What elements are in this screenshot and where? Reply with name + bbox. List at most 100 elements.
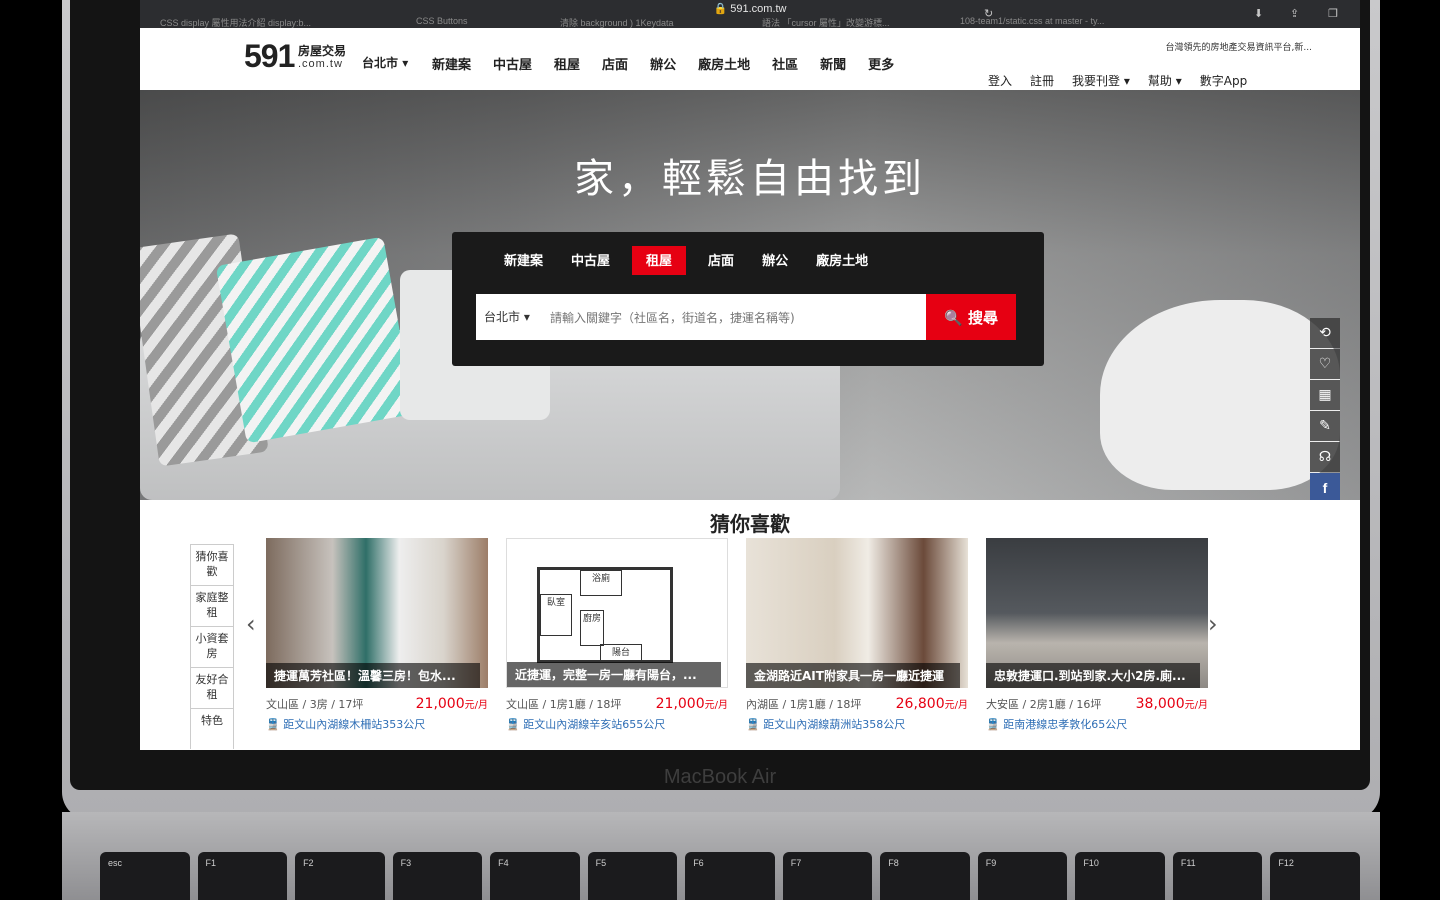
key-esc[interactable]: esc <box>100 852 190 900</box>
category-family[interactable]: 家庭整租 <box>190 585 234 626</box>
share-icon[interactable]: ⇪ <box>1290 7 1299 20</box>
listing-layout: 1房1廳 <box>789 698 826 711</box>
qr-icon[interactable]: ▦ <box>1310 380 1340 410</box>
key-f9[interactable]: F9 <box>977 852 1068 900</box>
listing-price: 21,000元/月 <box>416 696 488 712</box>
browser-tab[interactable]: 108-team1/static.css at master - ty... <box>960 16 1104 26</box>
listing-floorplan: 浴廁 臥室 廚房 陽台 近捷運，完整一房一廳有陽台，... <box>506 538 728 688</box>
train-icon: 🚆 <box>746 718 760 731</box>
listing-mrt-distance: 🚆 距南港線忠孝敦化65公尺 <box>986 716 1208 732</box>
post-listing-menu[interactable]: 我要刊登 ▾ <box>1072 72 1130 89</box>
url-bar[interactable]: 🔒 591.com.tw <box>140 2 1360 15</box>
listing-price-unit: 元/月 <box>464 700 488 711</box>
listing-title: 金湖路近AIT附家具一房一廳近捷運 <box>746 663 960 688</box>
listing-card[interactable]: 忠敦捷運口.到站到家.大小2房.廁... 大安區 / 2房1廳 / 16坪 38… <box>986 538 1208 732</box>
search-input[interactable] <box>548 302 914 334</box>
edit-icon[interactable]: ✎ <box>1310 411 1340 441</box>
listing-mrt-distance: 🚆 距文山內湖線辛亥站655公尺 <box>506 716 728 732</box>
key-f1[interactable]: F1 <box>197 852 288 900</box>
menu-item-rent[interactable]: 租屋 <box>554 54 580 73</box>
post-listing-label: 我要刊登 <box>1072 74 1121 88</box>
listing-layout: 1房1廳 <box>549 698 586 711</box>
register-link[interactable]: 註冊 <box>1030 72 1054 89</box>
search-panel: 新建案 中古屋 租屋 店面 辦公 廠房土地 台北市 ▾ 🔍 搜尋 <box>452 232 1044 366</box>
listing-title: 忠敦捷運口.到站到家.大小2房.廁... <box>986 663 1200 688</box>
search-city-select[interactable]: 台北市 ▾ <box>484 308 530 325</box>
category-guess[interactable]: 猜你喜歡 <box>190 544 234 585</box>
reload-icon[interactable]: ↻ <box>984 7 993 20</box>
hero-chair-image <box>1100 300 1340 490</box>
listing-card[interactable]: 捷運萬芳社區！溫馨三房！包水... 文山區 / 3房 / 17坪 21,000元… <box>266 538 488 732</box>
search-tab-second-hand[interactable]: 中古屋 <box>557 246 624 275</box>
key-f11[interactable]: F11 <box>1172 852 1263 900</box>
listing-size: 17坪 <box>338 698 364 711</box>
key-f7[interactable]: F7 <box>782 852 873 900</box>
listing-district: 內湖區 <box>746 698 779 711</box>
floorplan-room-label: 廚房 <box>580 610 604 646</box>
listing-size: 18坪 <box>596 698 622 711</box>
app-link[interactable]: 數字App <box>1200 72 1247 89</box>
menu-item-shop[interactable]: 店面 <box>602 54 628 73</box>
download-icon[interactable]: ⬇ <box>1254 7 1263 20</box>
headset-icon[interactable]: ☊ <box>1310 442 1340 472</box>
help-menu[interactable]: 幫助 ▾ <box>1148 72 1182 89</box>
search-tab-new-projects[interactable]: 新建案 <box>490 246 557 275</box>
category-special[interactable]: 特色 <box>190 708 234 749</box>
listing-district: 文山區 <box>506 698 539 711</box>
key-f10[interactable]: F10 <box>1075 852 1165 900</box>
browser-toolbar: 🔒 591.com.tw CSS display 屬性用法介紹 display:… <box>140 0 1360 28</box>
listing-mrt-text: 距文山內湖線木柵站353公尺 <box>283 718 426 731</box>
user-menu: 登入 註冊 我要刊登 ▾ 幫助 ▾ 數字App <box>988 72 1247 89</box>
listing-size: 18坪 <box>836 698 862 711</box>
logo-domain: .com.tw <box>298 58 343 70</box>
menu-item-news[interactable]: 新聞 <box>820 54 846 73</box>
listing-mrt-text: 距文山內湖線辛亥站655公尺 <box>523 718 666 731</box>
key-f5[interactable]: F5 <box>587 852 678 900</box>
category-studio[interactable]: 小資套房 <box>190 626 234 667</box>
heart-icon[interactable]: ♡ <box>1310 349 1340 379</box>
train-icon: 🚆 <box>506 718 520 731</box>
chevron-down-icon: ▾ <box>523 310 530 324</box>
history-icon[interactable]: ⟲ <box>1310 318 1340 348</box>
key-f12[interactable]: F12 <box>1270 852 1360 900</box>
listing-size: 16坪 <box>1076 698 1102 711</box>
facebook-icon[interactable]: f <box>1310 473 1340 503</box>
browser-tab[interactable]: CSS Buttons <box>416 16 468 26</box>
tabs-icon[interactable]: ❐ <box>1328 7 1338 20</box>
listing-card[interactable]: 金湖路近AIT附家具一房一廳近捷運 內湖區 / 1房1廳 / 18坪 26,80… <box>746 538 968 732</box>
listing-details: 內湖區 / 1房1廳 / 18坪 <box>746 698 862 711</box>
site-logo[interactable]: 591 房屋交易 .com.tw <box>244 38 346 75</box>
city-label: 台北市 <box>362 56 399 70</box>
floorplan-room-label: 陽台 <box>600 644 642 662</box>
key-f4[interactable]: F4 <box>490 852 580 900</box>
menu-item-community[interactable]: 社區 <box>772 54 798 73</box>
menu-item-second-hand[interactable]: 中古屋 <box>493 54 532 73</box>
listing-cards: 捷運萬芳社區！溫馨三房！包水... 文山區 / 3房 / 17坪 21,000元… <box>266 538 1208 732</box>
search-tab-rent[interactable]: 租屋 <box>632 246 687 275</box>
menu-item-more[interactable]: 更多 <box>868 54 894 73</box>
menu-item-new-projects[interactable]: 新建案 <box>432 54 471 73</box>
search-tabs: 新建案 中古屋 租屋 店面 辦公 廠房土地 <box>490 246 882 275</box>
listing-price-unit: 元/月 <box>704 700 728 711</box>
search-tab-office[interactable]: 辦公 <box>748 246 802 275</box>
hero-pillow-image <box>215 236 415 444</box>
listing-details: 大安區 / 2房1廳 / 16坪 <box>986 698 1102 711</box>
listing-card[interactable]: 浴廁 臥室 廚房 陽台 近捷運，完整一房一廳有陽台，... 文山區 / 1房1廳… <box>506 538 728 732</box>
key-f8[interactable]: F8 <box>880 852 970 900</box>
key-f3[interactable]: F3 <box>392 852 483 900</box>
menu-item-factory-land[interactable]: 廠房土地 <box>698 54 750 73</box>
menu-item-office[interactable]: 辦公 <box>650 54 676 73</box>
chevron-down-icon: ▾ <box>1123 74 1130 88</box>
chevron-down-icon: ▾ <box>1175 74 1182 88</box>
train-icon: 🚆 <box>266 718 280 731</box>
login-link[interactable]: 登入 <box>988 72 1012 89</box>
chevron-right-icon[interactable]: › <box>1208 610 1218 638</box>
key-f2[interactable]: F2 <box>295 852 385 900</box>
category-shared[interactable]: 友好合租 <box>190 667 234 708</box>
search-button[interactable]: 🔍 搜尋 <box>926 294 1016 340</box>
chevron-left-icon[interactable]: ‹ <box>246 610 256 638</box>
search-tab-factory-land[interactable]: 廠房土地 <box>802 246 882 275</box>
key-f6[interactable]: F6 <box>685 852 775 900</box>
search-tab-shop[interactable]: 店面 <box>694 246 748 275</box>
city-selector[interactable]: 台北市 ▾ <box>362 54 408 71</box>
